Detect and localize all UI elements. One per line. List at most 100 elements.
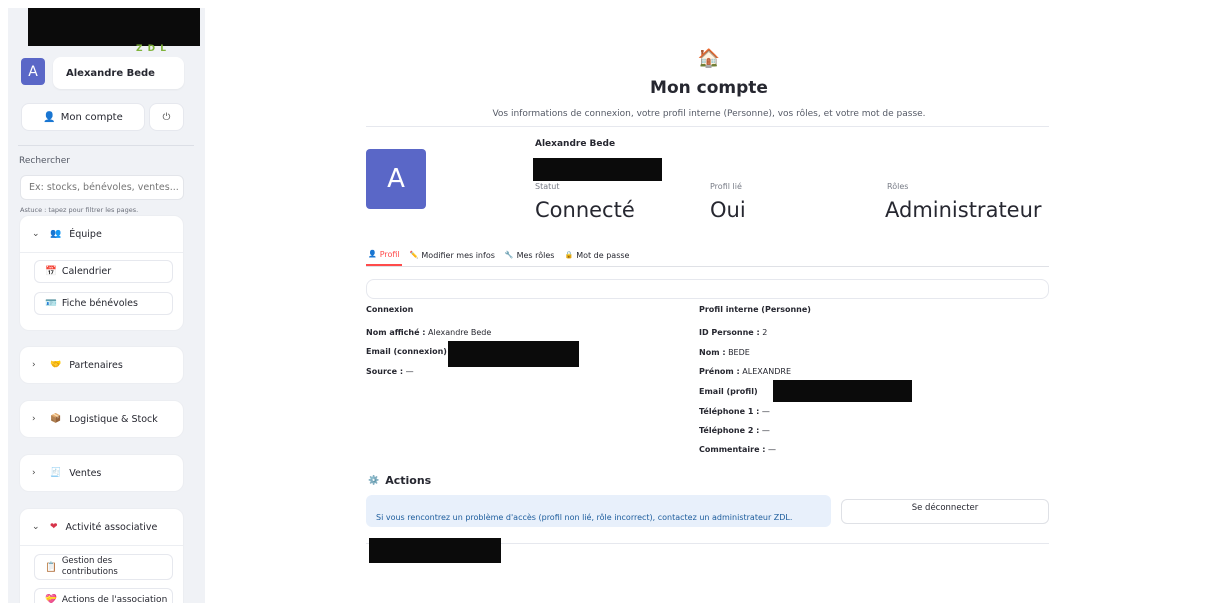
nav-group-ventes: › 🧾 Ventes	[19, 454, 184, 492]
nav-group-activite: ⌄ ❤ Activité associative 📋 Gestion des c…	[19, 508, 184, 603]
heart-hand-icon: 💝	[45, 594, 57, 603]
wrench-icon: 🔧	[504, 251, 514, 259]
tab-bar: 👤 Profil ✏️ Modifier mes infos 🔧 Mes rôl…	[366, 244, 1049, 267]
info-alert-text: Si vous rencontrez un problème d'accès (…	[376, 513, 793, 522]
redacted-email-connexion	[448, 341, 579, 367]
people-icon: 👥	[50, 229, 62, 239]
nav-group-header-ventes[interactable]: › 🧾 Ventes	[20, 455, 183, 491]
kv-key: Source :	[366, 367, 404, 376]
chevron-down-icon: ⌄	[32, 522, 40, 532]
nav-item-label: Gestion des contributions	[61, 556, 118, 577]
kv-key: ID Personne :	[699, 328, 760, 337]
section-title-connexion: Connexion	[366, 305, 414, 314]
redacted-footer	[369, 538, 501, 563]
search-input[interactable]	[20, 175, 184, 200]
metric-value-statut: Connecté	[535, 198, 635, 222]
nav-group-logistique: › 📦 Logistique & Stock	[19, 400, 184, 438]
search-label: Rechercher	[19, 156, 70, 166]
tab-label: Profil	[379, 249, 400, 259]
profile-name: Alexandre Bede	[535, 139, 616, 149]
user-name-pill: Alexandre Bede	[53, 57, 184, 89]
nav-item-label: Actions de l'association	[61, 594, 168, 603]
house-icon: 🏠	[697, 48, 721, 69]
section-title-profil-interne: Profil interne (Personne)	[699, 305, 811, 314]
kv-email-connexion: Email (connexion) :	[366, 347, 453, 356]
power-button[interactable]: ⏻	[149, 103, 184, 131]
logout-button[interactable]: Se déconnecter	[841, 499, 1049, 524]
nav-group-header-equipe[interactable]: ⌄ 👥 Équipe	[20, 216, 183, 252]
lock-icon: 🔒	[564, 251, 574, 259]
nav-group-label: Équipe	[69, 228, 102, 240]
tab-profil[interactable]: 👤 Profil	[366, 244, 402, 266]
kv-key: Email (connexion) :	[366, 347, 453, 356]
kv-key: Nom affiché :	[366, 328, 426, 337]
logo-text-fragment: Z D L	[136, 44, 167, 54]
profile-avatar: A	[366, 149, 426, 209]
app-root: Z D L A Alexandre Bede 👤 Mon compte ⏻ Re…	[0, 0, 1213, 603]
kv-nom-affiche: Nom affiché : Alexandre Bede	[366, 328, 491, 337]
search-hint: Astuce : tapez pour filtrer les pages.	[20, 206, 139, 214]
kv-value: —	[768, 445, 777, 454]
sidebar-divider	[18, 145, 194, 146]
kv-key: Téléphone 2 :	[699, 426, 760, 435]
nav-group-header-partenaires[interactable]: › 🤝 Partenaires	[20, 347, 183, 383]
nav-group-label: Activité associative	[65, 521, 158, 533]
kv-key: Commentaire :	[699, 445, 766, 454]
nav-item-actions-association[interactable]: 💝 Actions de l'association	[34, 588, 173, 603]
kv-value: —	[761, 407, 770, 416]
my-account-label: Mon compte	[60, 111, 123, 123]
tab-modifier-infos[interactable]: ✏️ Modifier mes infos	[408, 244, 497, 266]
sidebar: Z D L A Alexandre Bede 👤 Mon compte ⏻ Re…	[8, 8, 205, 603]
card-icon: 🪪	[45, 298, 57, 309]
actions-title: Actions	[385, 474, 432, 487]
tab-mot-de-passe[interactable]: 🔒 Mot de passe	[562, 244, 631, 266]
metric-label-profil-lie: Profil lié	[710, 182, 742, 191]
page-title: Mon compte	[650, 78, 768, 98]
user-avatar: A	[21, 58, 45, 85]
kv-nom: Nom : BEDE	[699, 348, 750, 357]
chevron-down-icon: ⌄	[32, 229, 40, 239]
nav-group-label: Partenaires	[69, 359, 123, 371]
nav-group-header-activite[interactable]: ⌄ ❤ Activité associative	[20, 509, 183, 545]
redacted-email	[533, 158, 662, 181]
nav-group-equipe: ⌄ 👥 Équipe 📅 Calendrier 🪪 Fiche bénévole…	[19, 215, 184, 331]
actions-heading: ⚙️ Actions	[368, 474, 431, 487]
tab-label: Mot de passe	[576, 250, 630, 260]
tab-mes-roles[interactable]: 🔧 Mes rôles	[503, 244, 557, 266]
page-subtitle: Vos informations de connexion, votre pro…	[492, 109, 926, 119]
kv-commentaire: Commentaire : —	[699, 445, 776, 454]
tab-label: Modifier mes infos	[421, 250, 495, 260]
person-icon: 👤	[43, 111, 56, 123]
my-account-button[interactable]: 👤 Mon compte	[21, 103, 145, 131]
divider	[366, 126, 1049, 127]
chevron-right-icon: ›	[32, 360, 36, 370]
handshake-icon: 🤝	[50, 360, 62, 370]
metric-value-profil-lie: Oui	[710, 198, 746, 222]
kv-telephone-2: Téléphone 2 : —	[699, 426, 770, 435]
nav-item-gestion-contributions[interactable]: 📋 Gestion des contributions	[34, 554, 173, 580]
kv-key: Email (profil)	[699, 387, 758, 396]
metric-label-statut: Statut	[535, 182, 560, 191]
kv-value: —	[761, 426, 770, 435]
nav-group-header-logistique[interactable]: › 📦 Logistique & Stock	[20, 401, 183, 437]
nav-item-label: Calendrier	[61, 266, 112, 277]
package-icon: 📦	[50, 414, 62, 424]
kv-key: Prénom :	[699, 367, 740, 376]
nav-item-calendrier[interactable]: 📅 Calendrier	[34, 260, 173, 283]
power-icon: ⏻	[162, 111, 171, 123]
kv-source: Source : —	[366, 367, 414, 376]
nav-group-label: Ventes	[69, 467, 102, 479]
nav-item-fiche-benevoles[interactable]: 🪪 Fiche bénévoles	[34, 292, 173, 315]
person-icon: 👤	[368, 250, 377, 258]
kv-telephone-1: Téléphone 1 : —	[699, 407, 770, 416]
nav-item-label: Fiche bénévoles	[61, 298, 138, 309]
nav-group-body: 📅 Calendrier 🪪 Fiche bénévoles	[20, 252, 183, 330]
chevron-right-icon: ›	[32, 468, 36, 478]
pencil-icon: ✏️	[409, 251, 419, 259]
calendar-icon: 📅	[45, 266, 57, 277]
kv-key: Nom :	[699, 348, 726, 357]
kv-value: Alexandre Bede	[428, 328, 492, 337]
kv-value: 2	[762, 328, 768, 337]
main-content: 🏠 Mon compte Vos informations de connexi…	[205, 8, 1213, 603]
metric-value-roles: Administrateur	[885, 198, 1042, 222]
